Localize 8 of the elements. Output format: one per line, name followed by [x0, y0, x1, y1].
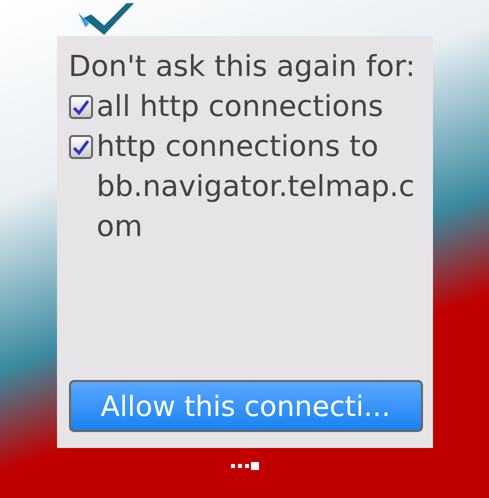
page-indicator-icon — [230, 462, 258, 470]
checkbox[interactable] — [68, 135, 92, 159]
logo-icon — [78, 3, 134, 35]
dialog-heading: Don't ask this again for: — [68, 48, 416, 85]
checkbox[interactable] — [68, 95, 92, 119]
allow-button[interactable]: Allow this connecti... — [68, 380, 422, 432]
option-label: all http connections — [96, 88, 384, 125]
option-label: http connections to bb.navigator.telmap.com — [96, 128, 416, 245]
